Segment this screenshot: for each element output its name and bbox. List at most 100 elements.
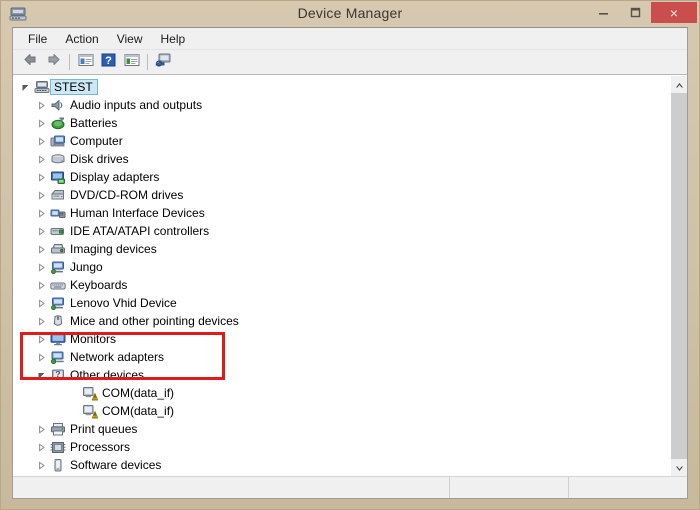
tree-item[interactable]: Jungo [13,258,670,276]
back-button[interactable] [19,52,42,73]
scrollbar-track[interactable] [671,93,687,459]
expand-triangle-icon[interactable] [33,154,49,164]
tree-item-label: IDE ATA/ATAPI controllers [70,224,210,238]
tool-bar: ? [13,50,687,75]
expand-triangle-icon[interactable] [33,316,49,326]
tree-item-label: Batteries [70,116,118,130]
status-pane-1 [449,477,568,498]
expand-triangle-icon[interactable] [33,424,49,434]
tree-item[interactable]: COM(data_if) [13,402,670,420]
expand-triangle-icon[interactable] [33,244,49,254]
expand-triangle-icon[interactable] [33,226,49,236]
scroll-down-button[interactable] [671,459,687,476]
tree-item[interactable]: Keyboards [13,276,670,294]
network-adapter-icon [49,350,67,365]
collapse-triangle-icon[interactable] [33,371,49,380]
svg-text:?: ? [55,369,60,379]
tree-item[interactable]: Batteries [13,114,670,132]
tree-item[interactable]: Human Interface Devices [13,204,670,222]
close-icon: × [669,4,679,21]
ide-controller-icon [49,224,67,239]
scan-hardware-changes-button[interactable] [152,52,175,73]
tree-item[interactable]: DVD/CD-ROM drives [13,186,670,204]
tree-item[interactable]: Monitors [13,330,670,348]
toolbar-separator-2 [147,54,148,70]
maximize-button[interactable] [619,2,651,23]
tree-item[interactable]: Sound, video and game controllers [13,474,670,476]
expand-triangle-icon[interactable] [33,442,49,452]
tree-item-label: Lenovo Vhid Device [70,296,177,310]
client-area: File Action View Help ? STEST Audio inpu… [12,27,688,499]
tree-item-label: COM(data_if) [102,404,175,418]
tree-item[interactable]: Computer [13,132,670,150]
console-tree-icon [78,53,94,72]
network-device-icon [49,296,67,311]
scrollbar-thumb[interactable] [671,93,687,459]
properties-button[interactable] [120,52,143,73]
tree-item[interactable]: Processors [13,438,670,456]
menu-action[interactable]: Action [56,30,107,48]
speaker-icon [49,98,67,113]
show-hide-console-tree-button[interactable] [74,52,97,73]
menu-file[interactable]: File [19,30,56,48]
device-tree[interactable]: STEST Audio inputs and outputs Batteries C… [13,76,670,476]
forward-button[interactable] [42,52,65,73]
vertical-scrollbar[interactable] [670,76,687,476]
tree-item-label: Print queues [70,422,138,436]
other-devices-icon: ? [49,368,67,383]
tree-item[interactable]: Software devices [13,456,670,474]
expand-triangle-icon[interactable] [33,118,49,128]
tree-item[interactable]: Network adapters [13,348,670,366]
close-button[interactable]: × [651,2,697,23]
window-controls: × [587,2,697,26]
unknown-device-warning-icon [81,386,99,401]
expand-triangle-icon[interactable] [33,136,49,146]
tree-item[interactable]: Mice and other pointing devices [13,312,670,330]
expand-triangle-icon[interactable] [33,460,49,470]
computer-root-icon [33,80,51,95]
status-bar [13,476,687,498]
expand-triangle-icon[interactable] [33,280,49,290]
tree-children: Audio inputs and outputs Batteries Compute… [13,96,670,476]
status-message [13,477,449,498]
expand-triangle-icon[interactable] [33,208,49,218]
expand-triangle-icon[interactable] [33,298,49,308]
expand-triangle-icon[interactable] [33,100,49,110]
menu-bar: File Action View Help [13,28,687,50]
question-mark-icon: ? [101,53,116,72]
help-button[interactable]: ? [97,52,120,73]
tree-item-root[interactable]: STEST [13,78,670,96]
keyboard-icon [49,278,67,293]
minimize-button[interactable] [587,2,619,23]
menu-view[interactable]: View [108,30,152,48]
software-device-icon [49,458,67,473]
tree-item[interactable]: Disk drives [13,150,670,168]
tree-item[interactable]: IDE ATA/ATAPI controllers [13,222,670,240]
tree-item-label: COM(data_if) [102,386,175,400]
tree-item[interactable]: Imaging devices [13,240,670,258]
display-adapter-icon [49,170,67,185]
menu-help[interactable]: Help [152,30,195,48]
tree-item[interactable]: Lenovo Vhid Device [13,294,670,312]
tree-item-label: Computer [70,134,123,148]
right-arrow-icon [45,52,62,72]
hid-icon [49,206,67,221]
expand-triangle-icon[interactable] [33,190,49,200]
expand-triangle-icon[interactable] [33,262,49,272]
scroll-up-button[interactable] [671,76,687,93]
network-device-icon [49,260,67,275]
expand-triangle-icon[interactable] [33,334,49,344]
expand-triangle-icon[interactable] [33,172,49,182]
tree-item-label: Monitors [70,332,117,346]
tree-item[interactable]: Print queues [13,420,670,438]
collapse-triangle-icon[interactable] [17,83,33,92]
computer-icon [49,134,67,149]
tree-item[interactable]: Audio inputs and outputs [13,96,670,114]
tree-item[interactable]: ? Other devices [13,366,670,384]
unknown-device-warning-icon [81,404,99,419]
tree-item[interactable]: Display adapters [13,168,670,186]
tree-item-label: Jungo [70,260,103,274]
tree-item[interactable]: COM(data_if) [13,384,670,402]
tree-item-label: Other devices [70,368,145,382]
expand-triangle-icon[interactable] [33,352,49,362]
